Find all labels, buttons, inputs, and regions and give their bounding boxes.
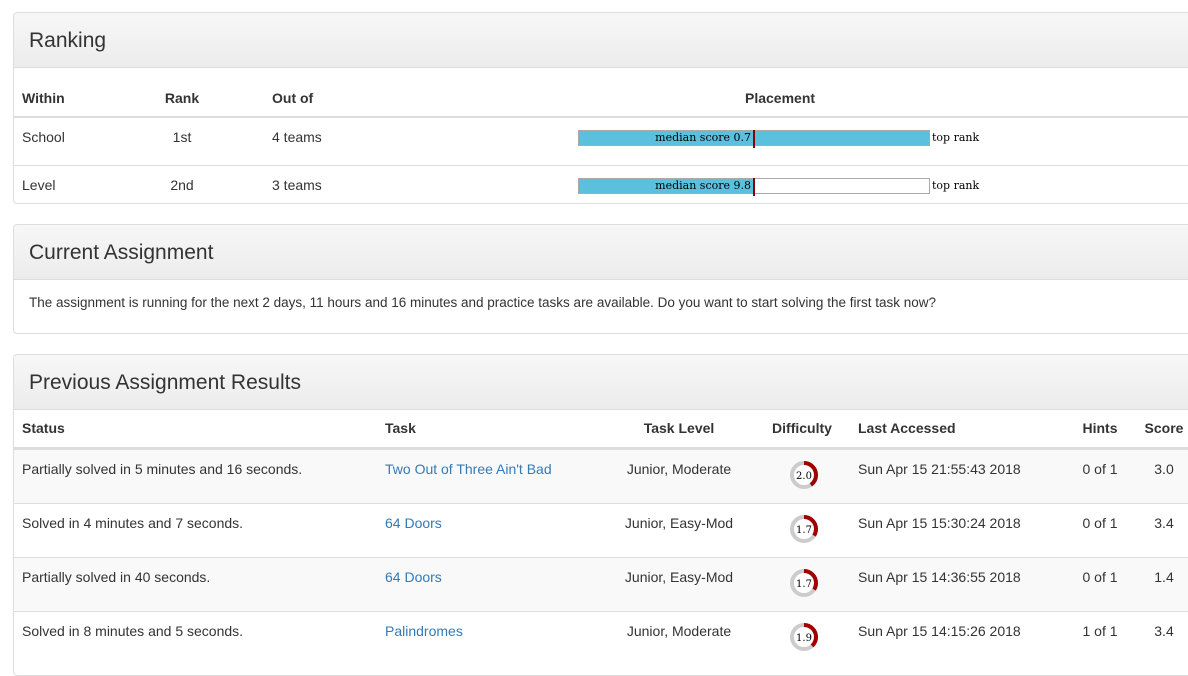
median-score-label: median score 9.8 — [655, 179, 751, 192]
header-status: Status — [22, 420, 65, 436]
row-hints: 0 of 1 — [1082, 461, 1118, 477]
row-last-accessed: Sun Apr 15 14:15:26 2018 — [858, 623, 1021, 639]
difficulty-value: 1.7 — [796, 579, 812, 590]
difficulty-gauge: 1.7 — [790, 569, 818, 597]
median-marker — [753, 178, 755, 196]
median-score-label: median score 0.7 — [655, 131, 751, 144]
placement-bar: median score 9.8 — [578, 178, 930, 196]
header-difficulty: Difficulty — [772, 420, 832, 436]
task-link[interactable]: 64 Doors — [385, 569, 442, 585]
row-last-accessed: Sun Apr 15 14:36:55 2018 — [858, 569, 1021, 585]
previous-results-panel: Previous Assignment Results Status Task … — [13, 354, 1188, 676]
results-table-header: Status Task Task Level Difficulty Last A… — [14, 410, 1188, 449]
row-task-level: Junior, Easy-Mod — [624, 569, 734, 585]
row-status: Solved in 4 minutes and 7 seconds. — [22, 515, 244, 531]
difficulty-gauge: 1.7 — [790, 515, 818, 543]
row-status: Partially solved in 5 minutes and 16 sec… — [22, 461, 303, 477]
placement-bar: median score 0.7 — [578, 130, 930, 148]
ranking-panel: Ranking Within Rank Out of Placement Sch… — [13, 12, 1188, 204]
previous-results-title: Previous Assignment Results — [14, 355, 1188, 410]
row-rank: 1st — [172, 129, 192, 145]
median-marker — [753, 130, 755, 148]
header-placement: Placement — [745, 90, 816, 106]
header-last-accessed: Last Accessed — [858, 420, 956, 436]
row-within: School — [22, 129, 65, 145]
task-link[interactable]: Palindromes — [385, 623, 463, 639]
row-within: Level — [22, 177, 56, 193]
row-hints: 0 of 1 — [1082, 515, 1118, 531]
row-score: 3.4 — [1154, 623, 1174, 639]
difficulty-gauge: 2.0 — [790, 461, 818, 489]
task-link[interactable]: 64 Doors — [385, 515, 442, 531]
difficulty-value: 2.0 — [796, 471, 812, 482]
ranking-row: Level 2nd 3 teams median score 9.8 top rank — [14, 166, 1188, 203]
ranking-row: School 1st 4 teams median score 0.7 top rank — [14, 118, 1188, 166]
header-rank: Rank — [164, 90, 200, 106]
top-rank-label: top rank — [932, 179, 980, 192]
row-score: 3.4 — [1154, 515, 1174, 531]
assignment-message: The assignment is running for the next 2… — [29, 295, 936, 310]
current-assignment-title: Current Assignment — [14, 225, 1188, 280]
row-hints: 1 of 1 — [1082, 623, 1118, 639]
row-task-level: Junior, Easy-Mod — [624, 515, 734, 531]
header-within: Within — [22, 90, 65, 106]
row-score: 3.0 — [1154, 461, 1174, 477]
row-score: 1.4 — [1154, 569, 1174, 585]
ranking-title: Ranking — [14, 13, 1188, 68]
row-rank: 2nd — [170, 177, 194, 193]
header-task: Task — [385, 420, 416, 436]
header-task-level: Task Level — [643, 420, 715, 436]
task-link[interactable]: Two Out of Three Ain't Bad — [385, 461, 552, 477]
results-row: Partially solved in 5 minutes and 16 sec… — [14, 449, 1188, 503]
row-task-level: Junior, Moderate — [626, 623, 732, 639]
header-score: Score — [1144, 420, 1184, 436]
row-last-accessed: Sun Apr 15 21:55:43 2018 — [858, 461, 1021, 477]
header-out-of: Out of — [272, 90, 314, 106]
row-status: Solved in 8 minutes and 5 seconds. — [22, 623, 244, 639]
header-hints: Hints — [1082, 420, 1118, 436]
results-row: Partially solved in 40 seconds. 64 Doors J… — [14, 557, 1188, 611]
difficulty-value: 1.7 — [796, 525, 812, 536]
row-last-accessed: Sun Apr 15 15:30:24 2018 — [858, 515, 1021, 531]
difficulty-value: 1.9 — [796, 633, 812, 644]
ranking-table-header: Within Rank Out of Placement — [14, 80, 1188, 118]
top-rank-label: top rank — [932, 131, 980, 144]
row-status: Partially solved in 40 seconds. — [22, 569, 211, 585]
results-row: Solved in 4 minutes and 7 seconds. 64 Doo… — [14, 503, 1188, 557]
row-task-level: Junior, Moderate — [626, 461, 732, 477]
row-out-of: 4 teams — [272, 129, 322, 145]
row-hints: 0 of 1 — [1082, 569, 1118, 585]
row-out-of: 3 teams — [272, 177, 322, 193]
results-row: Solved in 8 minutes and 5 seconds. Palind… — [14, 611, 1188, 665]
current-assignment-panel: Current Assignment The assignment is run… — [13, 224, 1188, 334]
difficulty-gauge: 1.9 — [790, 623, 818, 651]
